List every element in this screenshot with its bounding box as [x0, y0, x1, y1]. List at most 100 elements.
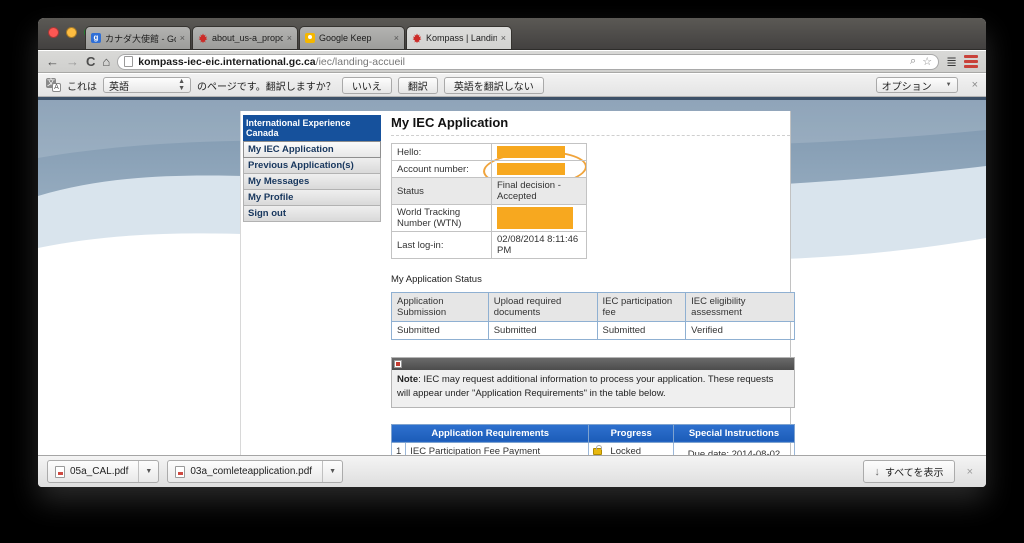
column-header: IEC eligibility assessment — [686, 293, 795, 322]
content-box: International Experience Canada My IEC A… — [240, 111, 791, 455]
star-icon[interactable]: ☆ — [922, 55, 932, 68]
redacted-value — [497, 207, 573, 229]
forward-icon[interactable]: → — [66, 55, 79, 68]
tab-label: Google Keep — [319, 33, 390, 43]
show-all-downloads-button[interactable]: ↓ すべてを表示 — [863, 460, 954, 483]
table-header-row: Application Submission Upload required d… — [392, 293, 795, 322]
special-instructions-cell: Due date: 2014-08-02 — [673, 442, 794, 455]
translate-icon: 文A — [46, 78, 61, 92]
options-dropdown[interactable]: オプション▼ — [876, 77, 958, 93]
language-select[interactable]: 英語▲▼ — [103, 77, 191, 93]
chevron-down-icon[interactable]: ▼ — [323, 468, 342, 475]
column-header: Application Submission — [392, 293, 489, 322]
last-login-value: 02/08/2014 8:11:46 PM — [492, 232, 587, 259]
status-cell: Submitted — [392, 322, 489, 340]
close-icon[interactable]: × — [501, 33, 506, 43]
close-icon[interactable]: × — [972, 79, 978, 91]
web-page: International Experience Canada My IEC A… — [38, 97, 986, 455]
sidebar-item-sign-out[interactable]: Sign out — [243, 206, 381, 222]
table-row: Last log-in: 02/08/2014 8:11:46 PM — [392, 232, 587, 259]
redacted-value — [497, 146, 565, 158]
tab-google-keep[interactable]: Google Keep × — [299, 26, 405, 49]
decline-translate-button[interactable]: いいえ — [342, 77, 392, 94]
note-icon — [394, 360, 402, 368]
info-label: Status — [392, 178, 492, 205]
tab-label: カナダ大使館 - Google 検索 — [105, 32, 176, 45]
column-header: Upload required documents — [488, 293, 597, 322]
table-row: Submitted Submitted Submitted Verified — [392, 322, 795, 340]
close-icon[interactable]: × — [963, 466, 977, 478]
info-label: Last log-in: — [392, 232, 492, 259]
tab-label: Kompass | Landing — [426, 33, 497, 43]
screenshot-stage: ⤢ g カナダ大使館 - Google 検索 × about_us-a_prop… — [0, 0, 1024, 543]
page-icon — [124, 56, 133, 67]
close-icon[interactable]: × — [287, 33, 292, 43]
translate-button[interactable]: 翻訳 — [398, 77, 438, 94]
column-header: Progress — [589, 424, 674, 442]
info-label: Hello: — [392, 144, 492, 161]
title-bar: g カナダ大使館 - Google 検索 × about_us-a_propos… — [38, 18, 986, 50]
pdf-icon — [55, 466, 65, 478]
sidebar-item-my-iec-application[interactable]: My IEC Application — [243, 141, 381, 158]
progress-cell: Locked — [589, 442, 674, 455]
maple-leaf-icon — [198, 33, 208, 43]
lock-icon — [593, 448, 602, 455]
redacted-value — [497, 163, 565, 175]
row-number: 1 — [392, 442, 406, 455]
download-item-2[interactable]: 03a_comleteapplication.pdf ▼ — [167, 460, 343, 483]
status-cell: Verified — [686, 322, 795, 340]
tab-about-us[interactable]: about_us-a_propos_de_no × — [192, 26, 298, 49]
tab-kompass-landing[interactable]: Kompass | Landing × — [406, 26, 512, 49]
main-content: My IEC Application Hello: Account number… — [391, 115, 790, 455]
sidebar-item-my-profile[interactable]: My Profile — [243, 190, 381, 206]
note-text: Note: IEC may request additional informa… — [392, 370, 794, 407]
maple-leaf-icon — [412, 33, 422, 43]
status-section-title: My Application Status — [391, 274, 790, 285]
translate-suffix: のページです。翻訳しますか？ — [197, 78, 336, 93]
tab-strip: g カナダ大使館 - Google 検索 × about_us-a_propos… — [85, 26, 513, 49]
chevron-down-icon[interactable]: ▼ — [139, 468, 158, 475]
download-item-1[interactable]: 05a_CAL.pdf ▼ — [47, 460, 159, 483]
translate-prefix: これは — [67, 78, 97, 93]
note-header-bar — [392, 358, 794, 370]
status-cell: Submitted — [597, 322, 686, 340]
table-row: Hello: — [392, 144, 587, 161]
tab-label: about_us-a_propos_de_no — [212, 33, 283, 43]
sidebar-item-my-messages[interactable]: My Messages — [243, 174, 381, 190]
requirement-name: IEC Participation Fee Payment — [406, 442, 589, 455]
download-icon: ↓ — [874, 466, 880, 478]
home-icon[interactable]: ⌂ — [102, 55, 110, 68]
browser-window: g カナダ大使館 - Google 検索 × about_us-a_propos… — [38, 18, 986, 487]
table-row: World Tracking Number (WTN) — [392, 205, 587, 232]
column-header: IEC participation fee — [597, 293, 686, 322]
menu-icon[interactable] — [964, 55, 978, 68]
minimize-window-button[interactable] — [66, 27, 77, 38]
translate-bar: 文A これは 英語▲▼ のページです。翻訳しますか？ いいえ 翻訳 英語を翻訳し… — [38, 74, 986, 97]
table-row: Account number: — [392, 161, 587, 178]
info-label: Account number: — [392, 161, 492, 178]
tab-google-search[interactable]: g カナダ大使館 - Google 検索 × — [85, 26, 191, 49]
layers-icon[interactable]: ≣ — [946, 56, 957, 68]
note-box: Note: IEC may request additional informa… — [391, 357, 795, 408]
application-status-table: Application Submission Upload required d… — [391, 292, 795, 340]
url-text[interactable]: kompass-iec-eic.international.gc.ca/iec/… — [138, 56, 905, 68]
download-filename: 03a_comleteapplication.pdf — [185, 466, 322, 477]
sidebar-item-previous-applications[interactable]: Previous Application(s) — [243, 158, 381, 174]
download-bar: 05a_CAL.pdf ▼ 03a_comleteapplication.pdf… — [38, 455, 986, 487]
page-title: My IEC Application — [391, 115, 790, 136]
close-icon[interactable]: × — [394, 33, 399, 43]
column-header: Application Requirements — [392, 424, 589, 442]
status-cell: Submitted — [488, 322, 597, 340]
never-translate-button[interactable]: 英語を翻訳しない — [444, 77, 544, 94]
application-requirements-table: Application Requirements Progress Specia… — [391, 424, 795, 455]
info-label: World Tracking Number (WTN) — [392, 205, 492, 232]
back-icon[interactable]: ← — [46, 55, 59, 68]
browser-toolbar: ← → C ⌂ kompass-iec-eic.international.gc… — [38, 51, 986, 73]
table-header-row: Application Requirements Progress Specia… — [392, 424, 795, 442]
reload-icon[interactable]: C — [86, 55, 95, 68]
sidebar-nav: International Experience Canada My IEC A… — [243, 115, 381, 222]
close-window-button[interactable] — [48, 27, 59, 38]
close-icon[interactable]: × — [180, 33, 185, 43]
search-icon[interactable]: ⌕ — [910, 55, 916, 68]
address-bar[interactable]: kompass-iec-eic.international.gc.ca/iec/… — [117, 54, 939, 70]
